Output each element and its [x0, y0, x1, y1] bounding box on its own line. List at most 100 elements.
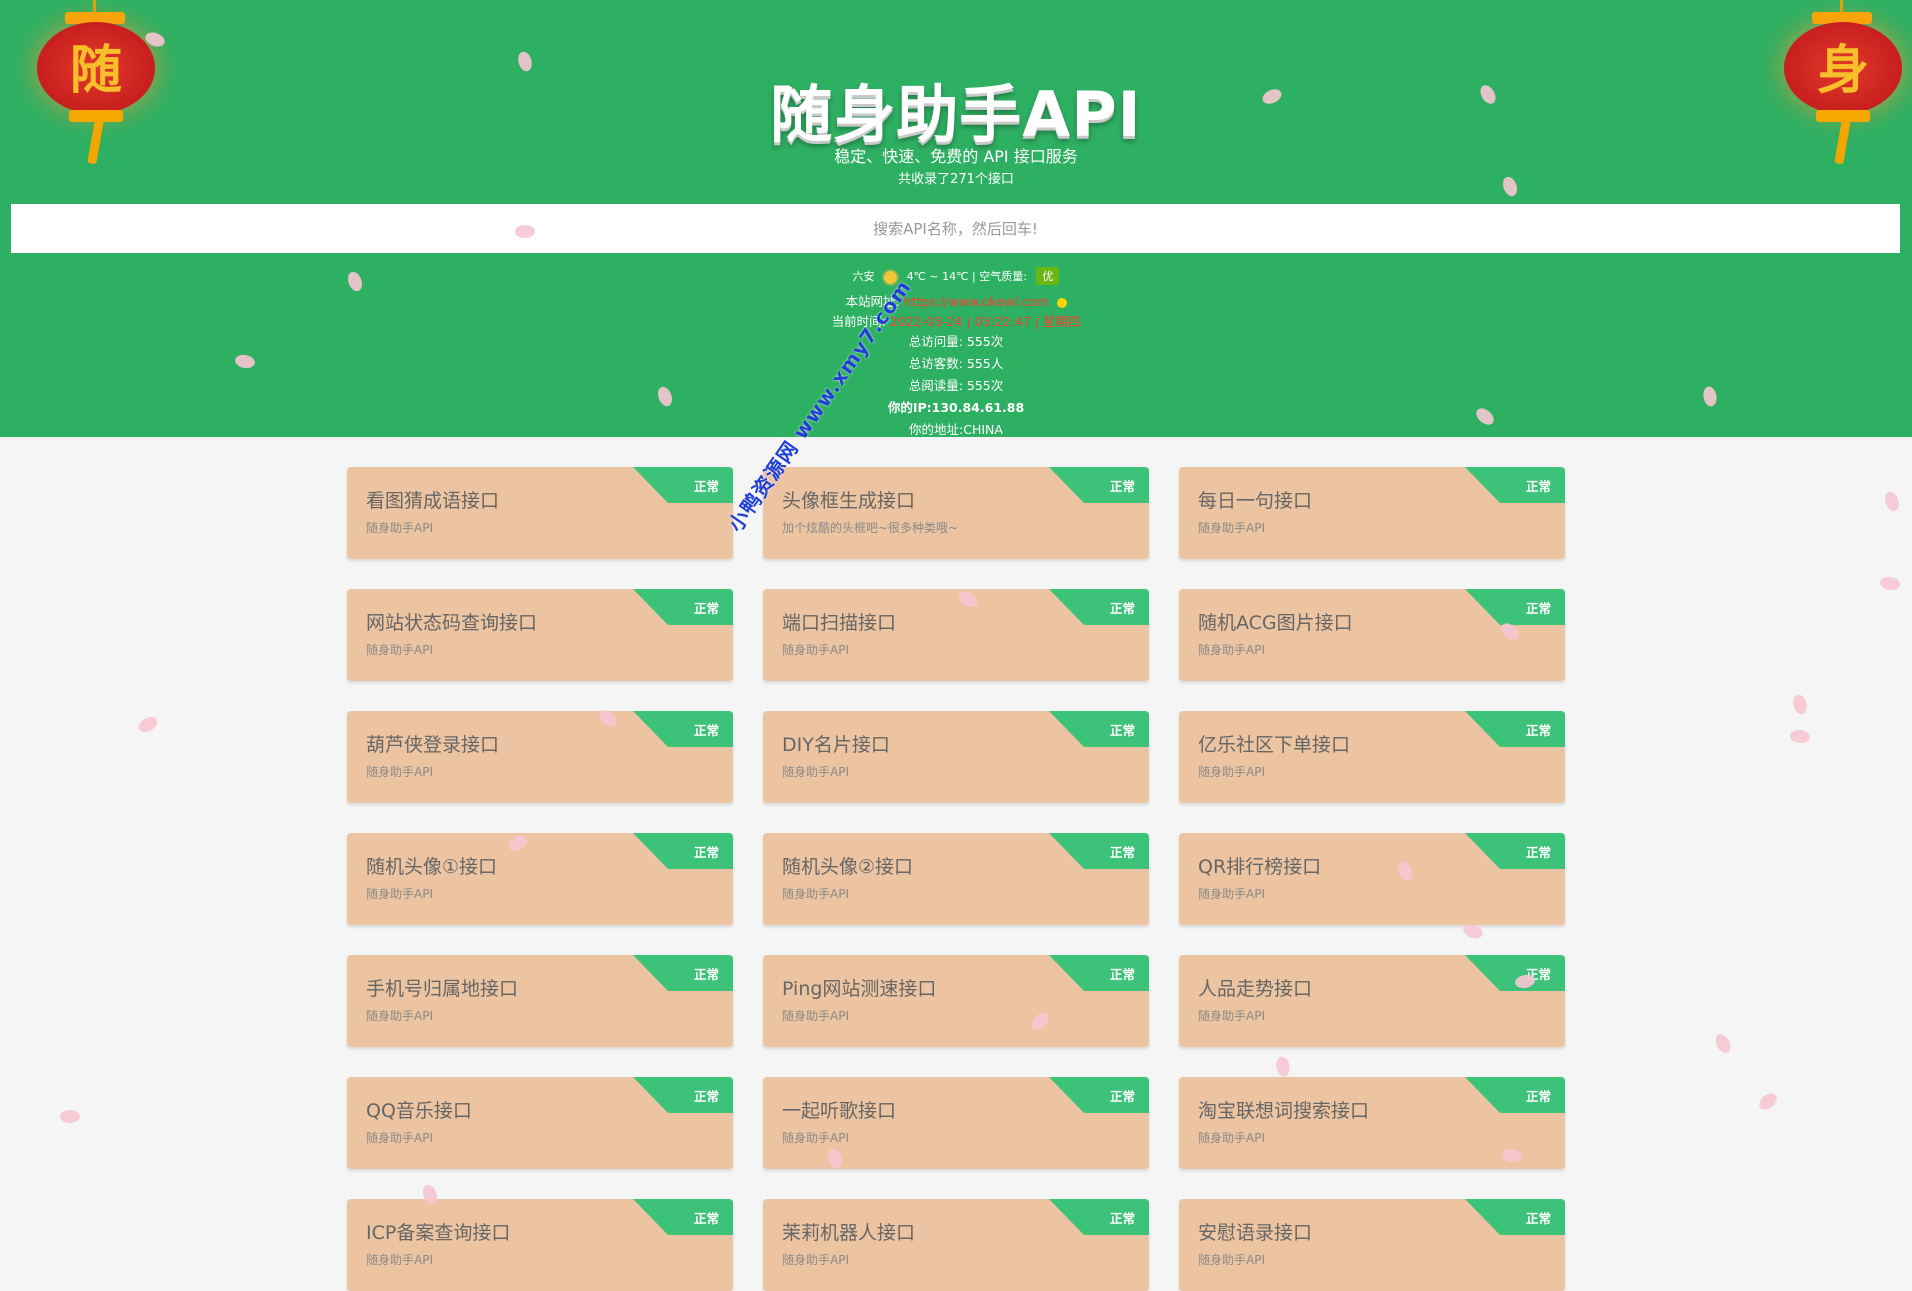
api-card-title: 随机头像②接口	[782, 856, 914, 878]
api-card-title: 安慰语录接口	[1198, 1222, 1313, 1244]
api-card-desc: 加个炫酷的头框吧~很多种类哦~	[782, 521, 959, 535]
api-card[interactable]: 人品走势接口 随身助手API 正常	[1179, 955, 1565, 1047]
api-card[interactable]: 一起听歌接口随身助手API 正常	[763, 1077, 1149, 1169]
status-badge: 正常	[1109, 1211, 1135, 1226]
search-input[interactable]	[11, 204, 1900, 253]
status-badge: 正常	[693, 723, 719, 738]
temperature: 4℃ ~ 14℃	[906, 270, 969, 283]
api-card[interactable]: 看图猜成语接口随身助手API 正常	[347, 467, 733, 559]
petal-decoration	[136, 713, 160, 736]
status-badge: 正常	[693, 601, 719, 616]
header: 随 身 随身助手API 稳定、快速、免费的 API 接口服务 共收录了271个接…	[0, 0, 1912, 437]
site-url-link[interactable]: https://www.okewl.com	[904, 294, 1049, 309]
api-card-desc: 随身助手API	[782, 765, 849, 779]
api-card-title: 葫芦侠登录接口	[366, 734, 500, 756]
api-card[interactable]: 头像框生成接口 加个炫酷的头框吧~很多种类哦~ 正常	[763, 467, 1149, 559]
time-line: 当前时间: 2022-03-24 | 03:22:47 | 星期四	[0, 311, 1912, 330]
petal-decoration	[1882, 489, 1902, 514]
status-badge: 正常	[693, 1211, 719, 1226]
api-card-desc: 随身助手API	[366, 643, 433, 657]
page-subtitle: 稳定、快速、免费的 API 接口服务	[834, 147, 1078, 166]
api-card[interactable]: 手机号归属地接口随身助手API 正常	[347, 955, 733, 1047]
separator: |	[971, 270, 976, 283]
total-visitors: 总访客数: 555人	[908, 356, 1004, 371]
api-card-title: ICP备案查询接口	[366, 1222, 511, 1244]
api-card-desc: 随身助手API	[366, 887, 433, 901]
status-badge: 正常	[1109, 967, 1135, 982]
api-card[interactable]: 每日一句接口随身助手API 正常	[1179, 467, 1565, 559]
api-card-desc: 随身助手API	[366, 1131, 433, 1145]
api-card-desc: 随身助手API	[366, 1009, 433, 1023]
status-badge: 正常	[693, 845, 719, 860]
status-badge: 正常	[693, 967, 719, 982]
weather-line: 六安 4℃ ~ 14℃ | 空气质量: 优	[0, 267, 1912, 285]
air-label: 空气质量:	[979, 270, 1027, 283]
api-card-title: 人品走势接口	[1198, 978, 1313, 1000]
api-card-title: 一起听歌接口	[782, 1100, 897, 1122]
api-card[interactable]: DIY名片接口 随身助手API 正常	[763, 711, 1149, 803]
api-card-desc: 随身助手API	[1198, 1131, 1265, 1145]
sun-icon	[1056, 297, 1067, 308]
api-card[interactable]: 随机头像①接口随身助手API 正常	[347, 833, 733, 925]
api-card-title: 端口扫描接口	[782, 612, 897, 634]
api-card-desc: 随身助手API	[1198, 887, 1265, 901]
api-card-title: 每日一句接口	[1198, 490, 1313, 512]
api-card-title: DIY名片接口	[782, 734, 890, 756]
api-card-desc: 随身助手API	[782, 1009, 849, 1023]
api-card-title: Ping网站测速接口	[782, 978, 937, 1000]
api-card-desc: 随身助手API	[782, 1131, 849, 1145]
status-badge: 正常	[693, 479, 719, 494]
api-card-desc: 随身助手API	[782, 887, 849, 901]
city: 六安	[852, 270, 875, 283]
api-card-title: 淘宝联想词搜索接口	[1198, 1100, 1370, 1122]
api-card-desc: 随身助手API	[1198, 1009, 1265, 1023]
status-badge: 正常	[1525, 845, 1551, 860]
petal-decoration	[60, 1110, 80, 1123]
petal-decoration	[1879, 575, 1901, 592]
status-badge: 正常	[1109, 1089, 1135, 1104]
api-card[interactable]: QR排行榜接口随身助手API 正常	[1179, 833, 1565, 925]
status-badge: 正常	[693, 1089, 719, 1104]
api-card[interactable]: 安慰语录接口 随身助手API 正常	[1179, 1199, 1565, 1291]
status-badge: 正常	[1525, 1089, 1551, 1104]
api-card-title: 随机头像①接口	[366, 856, 498, 878]
petal-decoration	[1274, 1055, 1292, 1078]
api-card[interactable]: 随机头像②接口 随身助手API 正常	[763, 833, 1149, 925]
api-card-title: 手机号归属地接口	[366, 978, 519, 1000]
api-card[interactable]: 葫芦侠登录接口随身助手API 正常	[347, 711, 733, 803]
api-card-title: QQ音乐接口	[366, 1100, 472, 1122]
site-line: 本站网址: https://www.okewl.com	[0, 291, 1912, 310]
api-card[interactable]: 亿乐社区下单接口随身助手API 正常	[1179, 711, 1565, 803]
api-card[interactable]: 茉莉机器人接口随身助手API 正常	[763, 1199, 1149, 1291]
api-card-desc: 随身助手API	[1198, 643, 1265, 657]
api-card-desc: 随身助手API	[366, 521, 433, 535]
api-card[interactable]: QQ音乐接口随身助手API 正常	[347, 1077, 733, 1169]
api-card-title: QR排行榜接口	[1198, 856, 1322, 878]
api-card-title: 网站状态码查询接口	[366, 612, 538, 634]
api-card-title: 亿乐社区下单接口	[1198, 734, 1351, 756]
api-card-title: 看图猜成语接口	[366, 490, 500, 512]
api-card-title: 头像框生成接口	[782, 490, 916, 512]
api-card[interactable]: 网站状态码查询接口随身助手API 正常	[347, 589, 733, 681]
api-card-desc: 随身助手API	[782, 643, 849, 657]
status-badge: 正常	[1109, 601, 1135, 616]
status-badge: 正常	[1525, 479, 1551, 494]
petal-decoration	[1789, 729, 1811, 744]
api-card[interactable]: ICP备案查询接口 随身助手API 正常	[347, 1199, 733, 1291]
api-card[interactable]: Ping网站测速接口随身助手API 正常	[763, 955, 1149, 1047]
total-visits: 总访问量: 555次	[908, 334, 1004, 349]
api-count: 共收录了271个接口	[898, 172, 1014, 187]
api-card-desc: 随身助手API	[366, 765, 433, 779]
petal-decoration	[1712, 1031, 1734, 1056]
api-card-title: 茉莉机器人接口	[782, 1222, 916, 1244]
user-ip: 你的IP:130.84.61.88	[887, 400, 1025, 415]
api-card[interactable]: 端口扫描接口随身助手API 正常	[763, 589, 1149, 681]
current-time: 2022-03-24 | 03:22:47 | 星期四	[889, 314, 1081, 329]
api-card-desc: 随身助手API	[1198, 521, 1265, 535]
total-reads: 总阅读量: 555次	[908, 378, 1004, 393]
user-address: 你的地址:CHINA	[909, 422, 1003, 437]
status-badge: 正常	[1525, 723, 1551, 738]
page-title: 随身助手API	[770, 78, 1142, 151]
api-card-desc: 随身助手API	[1198, 765, 1265, 779]
api-card-desc: 随身助手API	[782, 1253, 849, 1267]
